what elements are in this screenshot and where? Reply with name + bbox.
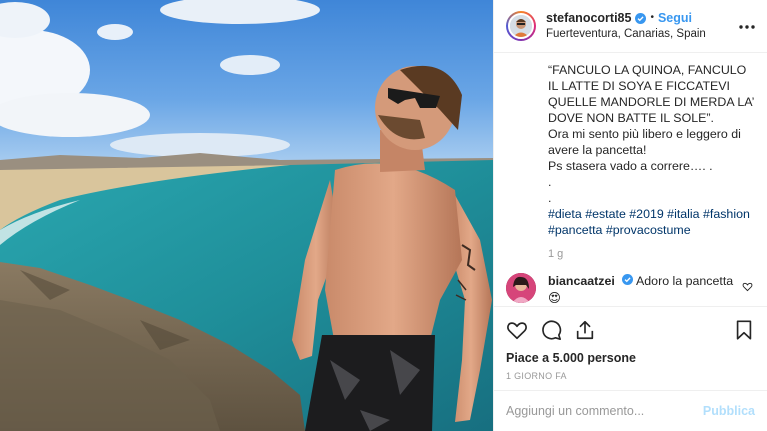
verified-badge-icon bbox=[635, 12, 647, 24]
author-username[interactable]: stefanocorti85 bbox=[546, 11, 631, 25]
comment-emoji: 😍 bbox=[548, 291, 561, 305]
instagram-post: stefanocorti85 • Segui Fuerteventura, Ca… bbox=[0, 0, 767, 431]
separator-dot: • bbox=[650, 12, 654, 23]
post-date[interactable]: 1 GIORNO FA bbox=[494, 365, 767, 381]
comment-like-heart-icon[interactable] bbox=[742, 281, 753, 292]
comments-list[interactable]: “FANCULO LA QUINOA, FANCULO IL LATTE DI … bbox=[494, 53, 767, 305]
action-bar bbox=[494, 307, 767, 343]
comment-item: biancaatzei Adoro la pancetta 😍 bbox=[506, 273, 755, 305]
author-avatar[interactable] bbox=[508, 13, 534, 39]
caption-line: “FANCULO LA QUINOA, FANCULO IL LATTE DI … bbox=[548, 63, 754, 125]
comment-input[interactable] bbox=[506, 404, 703, 418]
story-ring[interactable] bbox=[506, 11, 536, 41]
commenter-avatar[interactable] bbox=[506, 273, 536, 303]
publish-button[interactable]: Pubblica bbox=[703, 404, 755, 418]
likes-count[interactable]: Piace a 5.000 persone bbox=[494, 343, 767, 365]
caption-time[interactable]: 1 g bbox=[506, 248, 755, 260]
more-dots-icon bbox=[739, 24, 755, 29]
comment-bubble-icon[interactable] bbox=[540, 319, 562, 341]
caption-hashtags[interactable]: #dieta #estate #2019 #italia #fashion bbox=[548, 206, 755, 222]
more-options-icon[interactable] bbox=[739, 13, 755, 34]
post-actions-section: Piace a 5.000 persone 1 GIORNO FA bbox=[494, 306, 767, 381]
share-upload-icon[interactable] bbox=[574, 319, 596, 341]
bookmark-save-icon[interactable] bbox=[733, 319, 755, 341]
commenter-avatar-image bbox=[506, 273, 536, 303]
verified-badge-icon bbox=[622, 274, 634, 285]
post-location[interactable]: Fuerteventura, Canarias, Spain bbox=[546, 27, 739, 41]
caption-line: . bbox=[548, 175, 552, 189]
post-photo[interactable] bbox=[0, 0, 493, 431]
caption-line: Ora mi sento più libero e leggero di ave… bbox=[548, 127, 741, 157]
caption-hashtags[interactable]: #pancetta #provacostume bbox=[548, 222, 755, 238]
caption-line: Ps stasera vado a correre…. . bbox=[548, 159, 713, 173]
beach-photo-image bbox=[0, 0, 493, 431]
author-avatar-image bbox=[510, 15, 532, 37]
comment-text: Adoro la pancetta bbox=[636, 274, 734, 288]
post-caption: “FANCULO LA QUINOA, FANCULO IL LATTE DI … bbox=[506, 62, 755, 238]
caption-line: . bbox=[548, 191, 552, 205]
post-details-panel: stefanocorti85 • Segui Fuerteventura, Ca… bbox=[493, 0, 767, 431]
commenter-username[interactable]: biancaatzei bbox=[548, 274, 615, 288]
post-header: stefanocorti85 • Segui Fuerteventura, Ca… bbox=[494, 0, 767, 53]
like-heart-icon[interactable] bbox=[506, 319, 528, 341]
add-comment-bar: Pubblica bbox=[494, 390, 767, 431]
follow-button[interactable]: Segui bbox=[658, 11, 692, 25]
